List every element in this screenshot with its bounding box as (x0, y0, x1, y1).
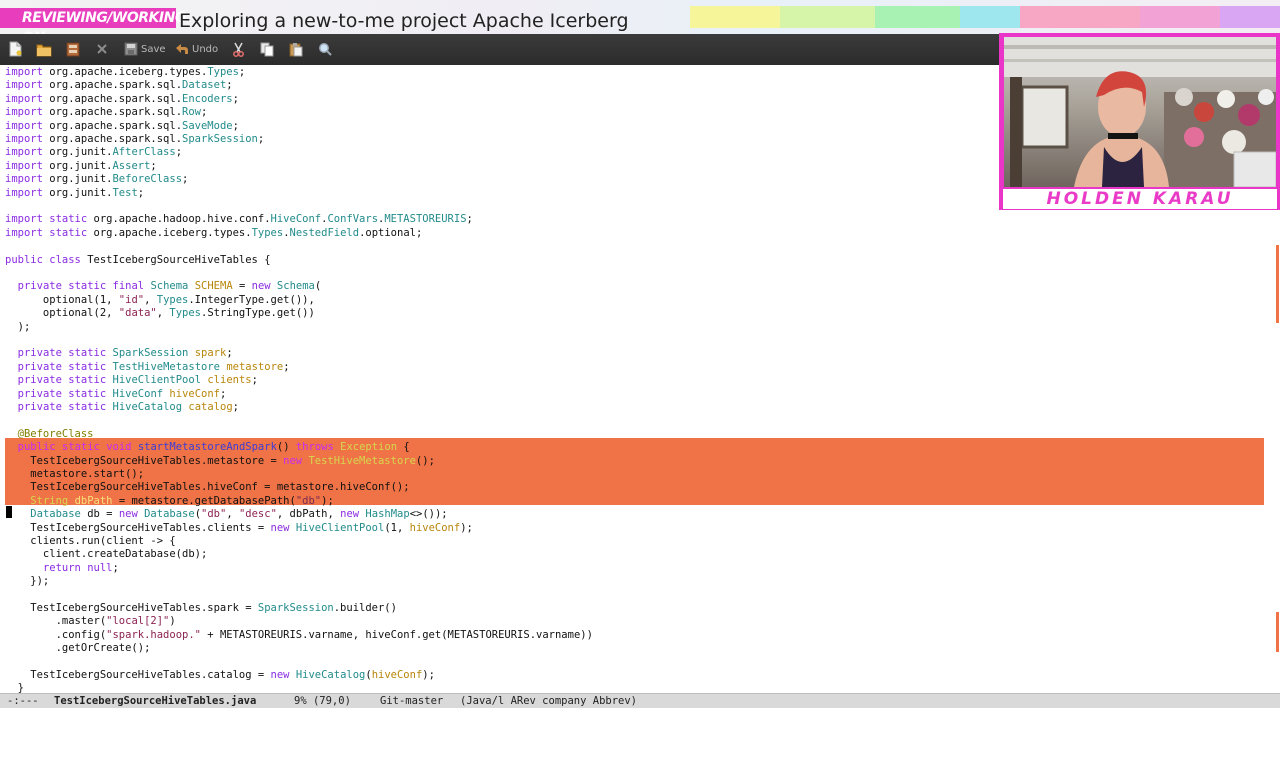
modeline-buffer-name[interactable]: TestIcebergSourceHiveTables.java (54, 694, 256, 708)
modeline-position: 9% (79,0) (294, 695, 351, 707)
code-line[interactable]: TestIcebergSourceHiveTables.spark = Spar… (5, 602, 397, 615)
code-line[interactable]: public static void startMetastoreAndSpar… (5, 441, 410, 454)
code-line[interactable]: TestIcebergSourceHiveTables.metastore = … (5, 455, 435, 468)
code-line[interactable]: import org.junit.BeforeClass; (5, 173, 188, 186)
code-line[interactable]: private static HiveClientPool clients; (5, 374, 258, 387)
code-line[interactable]: .config("spark.hadoop." + METASTOREURIS.… (5, 629, 593, 642)
modeline-modes[interactable]: (Java/l ARev company Abbrev) (460, 694, 637, 708)
webcam-overlay: HOLDEN KARAU (999, 33, 1280, 210)
code-line[interactable]: TestIcebergSourceHiveTables.hiveConf = m… (5, 481, 409, 494)
code-line[interactable]: import org.apache.spark.sql.Encoders; (5, 93, 239, 106)
code-line[interactable]: import org.apache.spark.sql.SaveMode; (5, 120, 239, 133)
code-line[interactable]: import org.junit.AfterClass; (5, 146, 182, 159)
undo-icon (175, 43, 189, 55)
code-line[interactable]: .getOrCreate(); (5, 642, 151, 655)
code-line[interactable]: private static TestHiveMetastore metasto… (5, 361, 290, 374)
code-line[interactable]: import org.apache.spark.sql.Row; (5, 106, 207, 119)
banner-title: Exploring a new-to-me project Apache Ice… (179, 10, 629, 32)
code-line[interactable]: import org.apache.iceberg.types.Types; (5, 66, 245, 79)
code-line[interactable]: .master("local[2]") (5, 615, 176, 628)
text-cursor (6, 506, 12, 518)
undo-button[interactable]: Undo (175, 41, 218, 57)
code-line[interactable]: TestIcebergSourceHiveTables.clients = ne… (5, 522, 473, 535)
code-line[interactable]: }); (5, 575, 49, 588)
code-line[interactable]: metastore.start(); (5, 468, 144, 481)
code-line[interactable]: import org.apache.spark.sql.SparkSession… (5, 133, 264, 146)
code-line[interactable]: private static SparkSession spark; (5, 347, 233, 360)
code-line[interactable]: ); (5, 321, 31, 334)
new-file-icon[interactable] (9, 41, 22, 57)
copy-icon[interactable] (260, 41, 274, 57)
code-line[interactable]: private static HiveCatalog catalog; (5, 401, 239, 414)
code-line[interactable]: Database db = new Database("db", "desc",… (5, 508, 447, 521)
code-line[interactable]: optional(1, "id", Types.IntegerType.get(… (5, 294, 315, 307)
banner-label: REVIEWING/WORKING ON: (0, 8, 186, 34)
code-line[interactable]: import static org.apache.iceberg.types.T… (5, 227, 422, 240)
modeline-status: -:--- (7, 695, 39, 707)
code-line[interactable]: TestIcebergSourceHiveTables.catalog = ne… (5, 669, 435, 682)
code-line[interactable]: import org.junit.Test; (5, 187, 144, 200)
dired-icon[interactable] (66, 41, 80, 57)
code-line[interactable]: String dbPath = metastore.getDatabasePat… (5, 495, 333, 508)
scrollbar-marker (1276, 612, 1279, 652)
code-line[interactable]: private static final Schema SCHEMA = new… (5, 280, 322, 293)
code-line[interactable]: import static org.apache.hadoop.hive.con… (5, 213, 473, 226)
close-icon[interactable] (96, 41, 108, 57)
toolbar: Save Undo (0, 34, 1000, 66)
code-line[interactable]: import org.junit.Assert; (5, 160, 157, 173)
code-line[interactable]: @BeforeClass (5, 428, 94, 441)
code-line[interactable]: return null; (5, 562, 119, 575)
cut-icon[interactable] (232, 41, 245, 57)
code-line[interactable]: } (5, 682, 24, 693)
code-line[interactable]: public class TestIcebergSourceHiveTables… (5, 254, 271, 267)
code-line[interactable]: client.createDatabase(db); (5, 548, 207, 561)
open-folder-icon[interactable] (36, 41, 52, 57)
code-line[interactable]: private static HiveConf hiveConf; (5, 388, 227, 401)
save-label: Save (141, 43, 166, 55)
code-line[interactable]: clients.run(client -> { (5, 535, 175, 548)
mode-line: -:--- TestIcebergSourceHiveTables.java 9… (0, 693, 1280, 708)
save-button[interactable]: Save (124, 41, 166, 57)
minibuffer[interactable] (0, 708, 1280, 720)
stream-banner: REVIEWING/WORKING ON: Exploring a new-to… (0, 0, 1280, 34)
paste-icon[interactable] (289, 41, 303, 57)
modeline-vc-branch[interactable]: Git-master (380, 694, 443, 708)
code-line[interactable]: optional(2, "data", Types.StringType.get… (5, 307, 315, 320)
webcam-video (1004, 37, 1276, 187)
streamer-name: HOLDEN KARAU (1003, 189, 1277, 209)
save-icon (124, 42, 138, 56)
search-icon[interactable] (318, 41, 332, 57)
scrollbar-thumb[interactable] (1276, 245, 1279, 323)
code-line[interactable]: import org.apache.spark.sql.Dataset; (5, 79, 233, 92)
undo-label: Undo (192, 43, 219, 55)
